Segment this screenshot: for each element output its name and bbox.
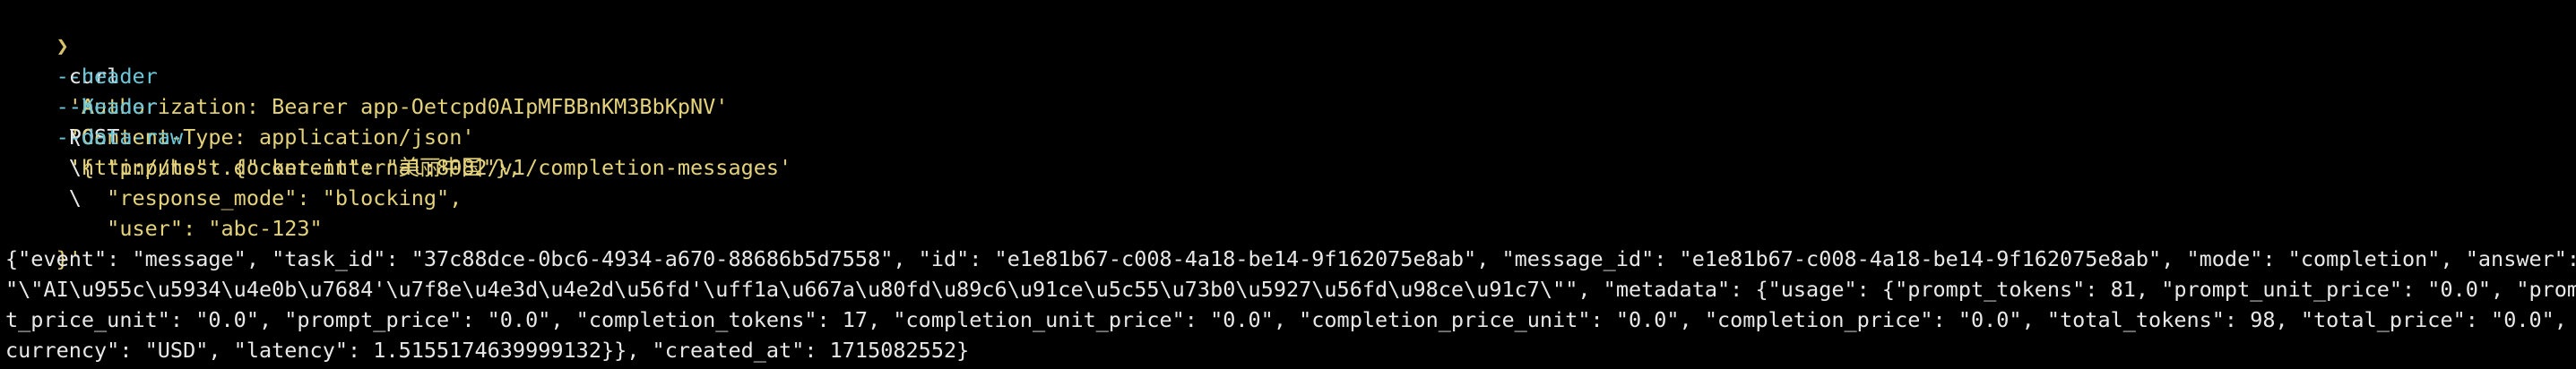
json-body-line: "inputs": {"content": "美丽中国"}, xyxy=(56,155,522,180)
header-value: 'Authorization: Bearer app-Oetcpd0AIpMFB… xyxy=(68,94,729,119)
terminal-window[interactable]: ❯ curl -X POST 'http://host.docker.inter… xyxy=(0,0,2576,369)
option-flag: --data-raw xyxy=(56,124,184,150)
json-body-line: "response_mode": "blocking", xyxy=(56,185,462,210)
command-line-8: }' xyxy=(5,213,2576,271)
command-line-1: ❯ curl -X POST 'http://host.docker.inter… xyxy=(5,0,2576,210)
json-body-line: "user": "abc-123" xyxy=(56,216,323,241)
command-line-2: --header 'Authorization: Bearer app-Oetc… xyxy=(5,30,2576,150)
option-flag: --header xyxy=(56,64,158,89)
response-output-line-4: currency": "USD", "latency": 1.515517463… xyxy=(5,338,970,363)
command-line-3: --header 'Content-Type: application/json… xyxy=(5,61,2576,180)
response-output-line-3: t_price_unit": "0.0", "prompt_price": "0… xyxy=(5,307,2576,332)
prompt-icon: ❯ xyxy=(56,33,69,58)
response-output-line-1: {"event": "message", "task_id": "37c88dc… xyxy=(5,246,2576,271)
option-flag: --header xyxy=(56,94,158,119)
response-output-line-2: "\"AI\u955c\u5934\u4e0b\u7684'\u7f8e\u4e… xyxy=(5,277,2576,302)
